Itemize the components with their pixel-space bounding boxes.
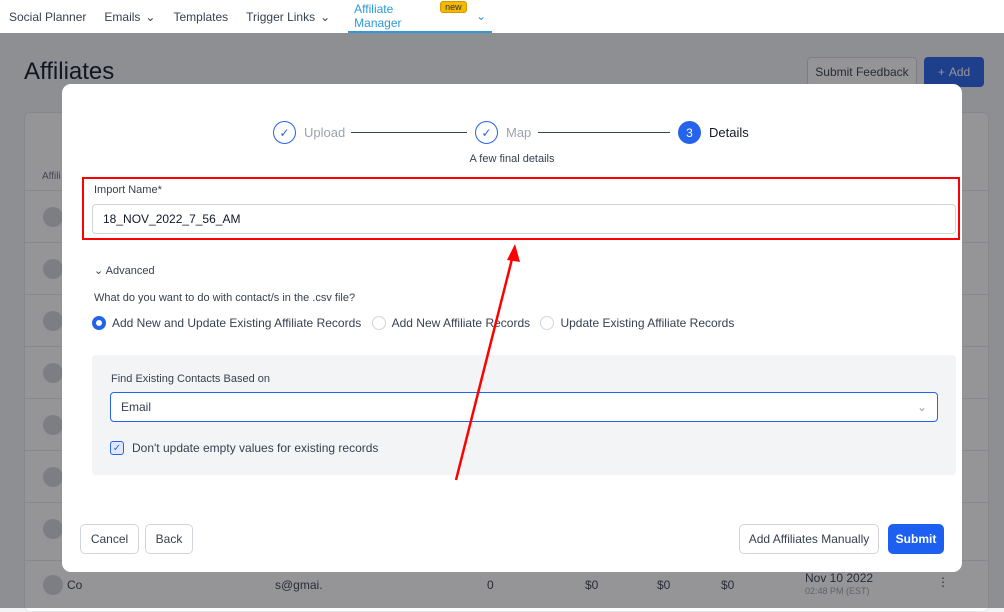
annotation-arrow xyxy=(454,244,520,481)
